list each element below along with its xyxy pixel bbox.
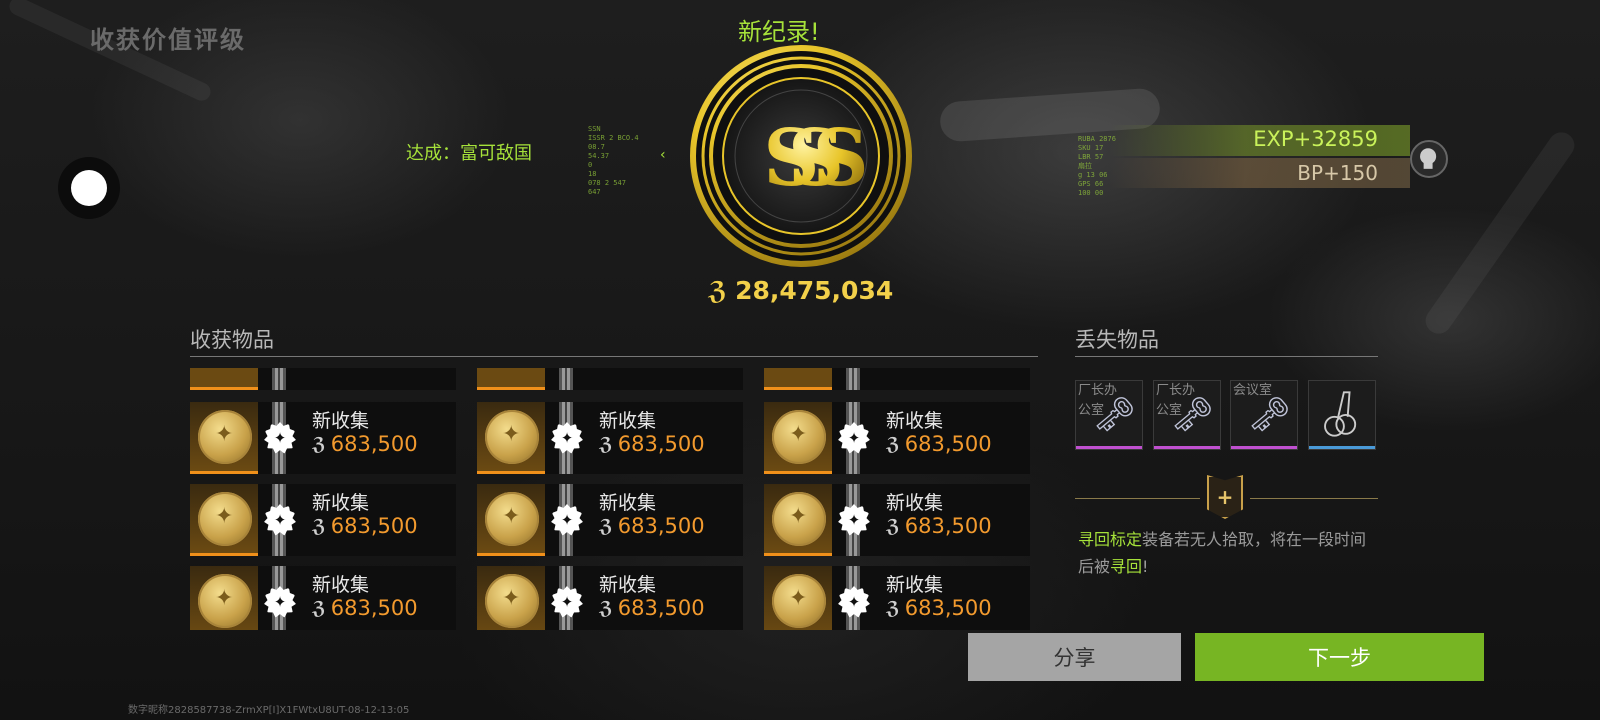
- bp-reward: BP+150: [1297, 161, 1378, 185]
- item-price: ℨ 683,500: [599, 514, 705, 538]
- collected-section-title: 收获物品: [190, 328, 274, 352]
- operator-head-icon[interactable]: [1410, 140, 1448, 178]
- item-label: 新收集: [886, 492, 944, 514]
- currency-icon: ℨ: [886, 597, 900, 619]
- collected-item[interactable]: ✦ 新收集 ℨ683,500: [764, 484, 1030, 556]
- divider: [1250, 498, 1378, 499]
- key-icon: 🗝: [1170, 395, 1214, 435]
- gold-coin-icon: [485, 574, 539, 628]
- key-icon: 🗝: [1247, 395, 1291, 435]
- lost-item[interactable]: 厂长办公室 🗝: [1075, 380, 1143, 450]
- item-label: 新收集: [312, 492, 370, 514]
- new-record-label: 新纪录!: [738, 18, 820, 46]
- star-badge-icon: ✦: [264, 586, 296, 618]
- gold-coin-icon: [198, 410, 252, 464]
- achievement-label: 达成：富可敌国: [406, 143, 532, 164]
- gold-coin-icon: [772, 574, 826, 628]
- currency-icon: ℨ: [312, 597, 326, 619]
- exp-reward: EXP+32859: [1253, 127, 1378, 151]
- star-badge-icon: ✦: [551, 422, 583, 454]
- collected-items-grid[interactable]: ✦ 新收集 ℨ683,500 ✦ 新收集 ℨ683,500 ✦ 新收集 ℨ683…: [190, 368, 1038, 630]
- currency-icon: ℨ: [312, 433, 326, 455]
- collected-item[interactable]: ✦ 新收集 ℨ683,500: [477, 566, 743, 630]
- gold-coin-icon: [485, 410, 539, 464]
- item-price: ℨ 683,500: [312, 432, 418, 456]
- hud-readout-left: SSN ISSR 2 BCO.4 08.7 54.37 0 18 078 2 547 647: [588, 125, 639, 196]
- key-icon: 🗝: [1092, 395, 1136, 435]
- collected-item[interactable]: ✦ 新收集 ℨ683,500: [477, 484, 743, 556]
- side-toggle-button[interactable]: [58, 157, 120, 219]
- page-title: 收获价值评级: [90, 26, 246, 54]
- gold-coin-icon: [772, 410, 826, 464]
- item-price: ℨ 683,500: [599, 596, 705, 620]
- item-label: 新收集: [599, 492, 657, 514]
- currency-icon: ℨ: [886, 515, 900, 537]
- item-price: ℨ 683,500: [312, 514, 418, 538]
- currency-icon: ℨ: [312, 515, 326, 537]
- gold-coin-icon: [772, 492, 826, 546]
- currency-icon: ℨ: [599, 597, 613, 619]
- sss-grade-medal: SSS: [690, 45, 912, 267]
- lost-item[interactable]: 厂长办公室 🗝: [1153, 380, 1221, 450]
- item-price: ℨ 683,500: [886, 432, 992, 456]
- collected-item[interactable]: ✦ 新收集 ℨ683,500: [190, 402, 456, 474]
- total-value: ℨ 28,475,034: [708, 276, 894, 305]
- currency-icon: ℨ: [708, 276, 728, 305]
- star-badge-icon: ✦: [551, 504, 583, 536]
- lost-item[interactable]: 会议室 🗝: [1230, 380, 1298, 450]
- item-label: 新收集: [599, 410, 657, 432]
- recall-note: 寻回标定装备若无人拾取，将在一段时间后被寻回!: [1078, 530, 1367, 576]
- star-badge-icon: ✦: [264, 422, 296, 454]
- item-label: 新收集: [599, 574, 657, 596]
- keyring-icon: [1324, 391, 1357, 437]
- item-label: 新收集: [886, 574, 944, 596]
- star-badge-icon: ✦: [838, 586, 870, 618]
- item-label: 新收集: [312, 574, 370, 596]
- divider: [190, 356, 1038, 357]
- item-price: ℨ 683,500: [886, 596, 992, 620]
- collected-item[interactable]: ✦ 新收集 ℨ683,500: [764, 566, 1030, 630]
- list-item[interactable]: [477, 368, 743, 390]
- collected-item[interactable]: ✦ 新收集 ℨ683,500: [477, 402, 743, 474]
- chevron-left-icon: ‹: [660, 147, 666, 163]
- divider: [1075, 356, 1378, 357]
- item-label: 新收集: [312, 410, 370, 432]
- share-button[interactable]: 分享: [968, 633, 1181, 681]
- list-item[interactable]: [764, 368, 1030, 390]
- divider: [1075, 498, 1200, 499]
- next-button[interactable]: 下一步: [1195, 633, 1484, 681]
- currency-icon: ℨ: [599, 515, 613, 537]
- item-price: ℨ 683,500: [886, 514, 992, 538]
- star-badge-icon: ✦: [838, 422, 870, 454]
- list-item[interactable]: [190, 368, 456, 390]
- gold-coin-icon: [198, 492, 252, 546]
- lost-section-title: 丢失物品: [1075, 328, 1159, 352]
- collected-item[interactable]: ✦ 新收集 ℨ683,500: [190, 566, 456, 630]
- lost-item[interactable]: [1308, 380, 1376, 450]
- gold-coin-icon: [198, 574, 252, 628]
- gold-coin-icon: [485, 492, 539, 546]
- collected-item[interactable]: ✦ 新收集 ℨ683,500: [190, 484, 456, 556]
- star-badge-icon: ✦: [838, 504, 870, 536]
- item-price: ℨ 683,500: [599, 432, 705, 456]
- item-label: 新收集: [886, 410, 944, 432]
- star-badge-icon: ✦: [264, 504, 296, 536]
- currency-icon: ℨ: [599, 433, 613, 455]
- item-price: ℨ 683,500: [312, 596, 418, 620]
- currency-icon: ℨ: [886, 433, 900, 455]
- star-badge-icon: ✦: [551, 586, 583, 618]
- player-id-watermark: 数字昵称2828587738-ZrmXP[I]X1FWtxU8UT-08-12-…: [128, 705, 410, 716]
- collected-item[interactable]: ✦ 新收集 ℨ683,500: [764, 402, 1030, 474]
